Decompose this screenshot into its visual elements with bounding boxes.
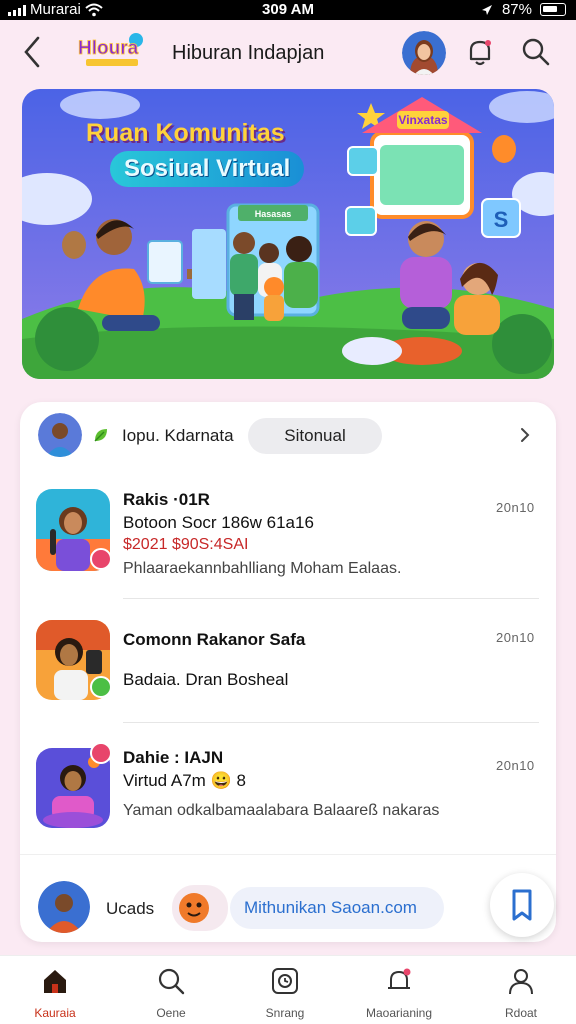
nav-label: Maoarianing — [365, 1006, 433, 1020]
back-button[interactable] — [16, 32, 52, 72]
feed-item-description: Phlaaraekannbahlliang Moham Ealaas. — [123, 560, 402, 577]
feed-item-title: Dahie : IAJN — [123, 748, 224, 767]
divider — [123, 722, 539, 723]
feed-item-time: 20n10 — [496, 500, 535, 515]
banner-tile-label: Hasasas — [255, 209, 292, 219]
battery-percent: 87% — [501, 1, 532, 18]
compose-button[interactable] — [490, 873, 554, 937]
feed-item-subtitle: Badaia. Dran Bosheal — [123, 670, 289, 689]
svg-text:Hloura: Hloura — [78, 38, 139, 59]
feed-item[interactable]: Dahie : IAJN Virtud A7m 😀 8 Yaman odkalb… — [20, 742, 556, 852]
user-avatar[interactable] — [402, 31, 446, 75]
feed-header-name: Iopu. Kdarnata — [122, 426, 234, 445]
status-bar: Murarai 309 AM 87% — [0, 0, 576, 20]
banner-subtitle: Sosiual Virtual — [110, 151, 305, 187]
feed-item-title: Rakis ·01R — [123, 490, 210, 509]
mascot-icon[interactable] — [172, 885, 228, 931]
leaf-icon — [94, 429, 107, 442]
feed-header-avatar[interactable] — [38, 413, 82, 457]
notification-button[interactable] — [462, 34, 498, 70]
bookmark-icon — [512, 889, 532, 921]
top-bar: Hloura Hiburan Indapjan — [0, 20, 576, 86]
nav-label: Rdoat — [504, 1006, 538, 1020]
chat-icon — [272, 968, 298, 994]
svg-text:S: S — [494, 207, 509, 232]
online-badge — [90, 676, 112, 698]
banner-tower-label: Vinxatas — [398, 113, 447, 127]
nav-notifications[interactable]: Maoarianing — [344, 964, 454, 1022]
feed-item[interactable]: Comonn Rakanor Safa Badaia. Dran Bosheal… — [20, 614, 556, 724]
nav-label: Oene — [156, 1006, 186, 1020]
home-icon — [44, 970, 66, 993]
banner-title: Ruan Komunitas — [86, 119, 285, 147]
status-right: 87% — [480, 1, 566, 18]
message-input[interactable]: Mithunikan Saoan.com — [230, 887, 444, 929]
feed-item[interactable]: Rakis ·01R Botoon Socr 186w 61a16 $2021 … — [20, 480, 556, 600]
feed-item-title: Comonn Rakanor Safa — [123, 630, 306, 649]
location-icon — [481, 4, 492, 15]
battery-icon — [540, 3, 566, 16]
feed-item-subtitle: Botoon Socr 186w 61a16 — [123, 513, 314, 532]
hero-banner[interactable]: Hasasas Vinxatas S Ruan Komunitas Sosiua… — [22, 89, 554, 379]
composer-label: Ucads — [106, 899, 155, 918]
chevron-left-icon — [24, 36, 40, 68]
notification-badge — [90, 742, 112, 764]
feed-header[interactable]: Iopu. Kdarnata Sitonual — [20, 402, 556, 468]
search-icon — [158, 968, 185, 995]
bell-icon — [469, 40, 491, 66]
feed-item-description: Yaman odkalbamaalabara Balaareß nakaras — [123, 802, 440, 819]
composer-avatar[interactable] — [38, 881, 90, 933]
divider — [123, 598, 539, 599]
app-logo[interactable]: Hloura — [74, 32, 150, 70]
live-badge — [90, 548, 112, 570]
nav-label: Snrang — [265, 1006, 305, 1020]
feed-item-subtitle: Virtud A7m 😀 8 — [123, 771, 246, 790]
nav-explore[interactable]: Oene — [116, 964, 226, 1022]
nav-home[interactable]: Kauraia — [0, 964, 110, 1022]
feed-item-price: $2021 $90S:4SAI — [123, 536, 249, 553]
feed-item-time: 20n10 — [496, 630, 535, 645]
feed-item-time: 20n10 — [496, 758, 535, 773]
composer-bar: Ucads Mithunikan Saoan.com — [20, 854, 556, 942]
search-icon — [522, 38, 550, 66]
nav-profile[interactable]: Rdoat — [466, 964, 576, 1022]
bottom-nav: Kauraia Oene Snrang Maoarianing Rdoat — [0, 955, 576, 1024]
chevron-right-icon[interactable] — [514, 424, 536, 446]
search-button[interactable] — [518, 34, 554, 70]
feed-card: Iopu. Kdarnata Sitonual Rakis ·01R Botoo… — [20, 402, 556, 942]
nav-label: Kauraia — [34, 1006, 76, 1020]
profile-icon — [509, 969, 533, 995]
feed-filter-pill[interactable]: Sitonual — [248, 418, 382, 454]
nav-chat[interactable]: Snrang — [230, 964, 340, 1022]
notification-icon — [388, 968, 411, 989]
page-title: Hiburan Indapjan — [172, 42, 325, 64]
